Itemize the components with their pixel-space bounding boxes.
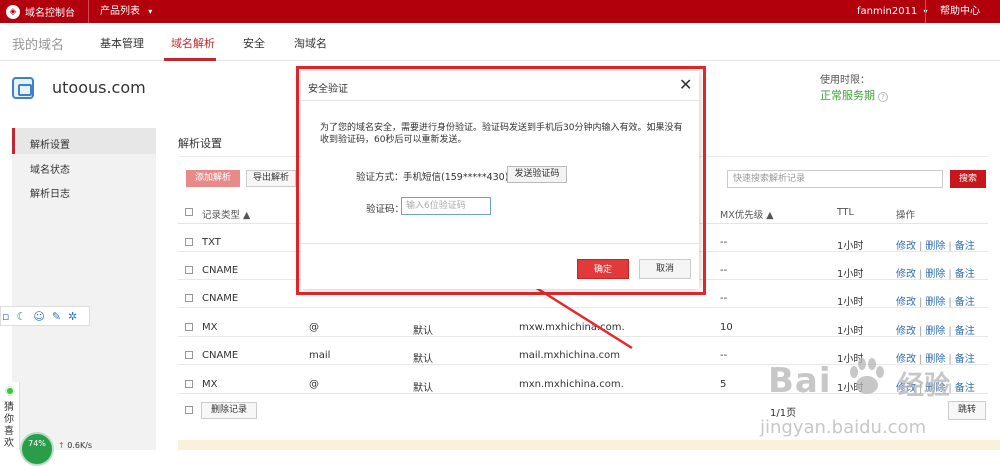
watermark-url: jingyan.baidu.com [760, 417, 927, 438]
cancel-button[interactable]: 取消 [639, 259, 691, 279]
verify-method-value: 手机短信(159*****430) [403, 172, 509, 183]
dialog-header: 安全验证 ✕ [301, 71, 699, 101]
code-label: 验证码： [366, 204, 405, 215]
security-verify-dialog: 安全验证 ✕ 为了您的域名安全，需要进行身份验证。验证码发送到手机后30分钟内输… [301, 71, 699, 289]
send-code-button[interactable]: 发送验证码 [507, 166, 567, 183]
watermark-brand: Bai [768, 361, 832, 401]
dialog-description: 为了您的域名安全，需要进行身份验证。验证码发送到手机后30分钟内输入有效。如果没… [320, 123, 683, 145]
verify-method-label: 验证方式： [356, 172, 404, 183]
paw-icon [850, 358, 884, 394]
dialog-title: 安全验证 [308, 84, 348, 95]
dialog-footer-divider [301, 243, 699, 244]
close-icon[interactable]: ✕ [679, 75, 692, 94]
verification-code-input[interactable]: 输入6位验证码 [401, 197, 491, 215]
baidu-jingyan-watermark: Bai 经验 jingyan.baidu.com [760, 355, 1000, 450]
watermark-brand-suffix: 经验 [898, 371, 951, 401]
confirm-button[interactable]: 确定 [577, 259, 629, 279]
